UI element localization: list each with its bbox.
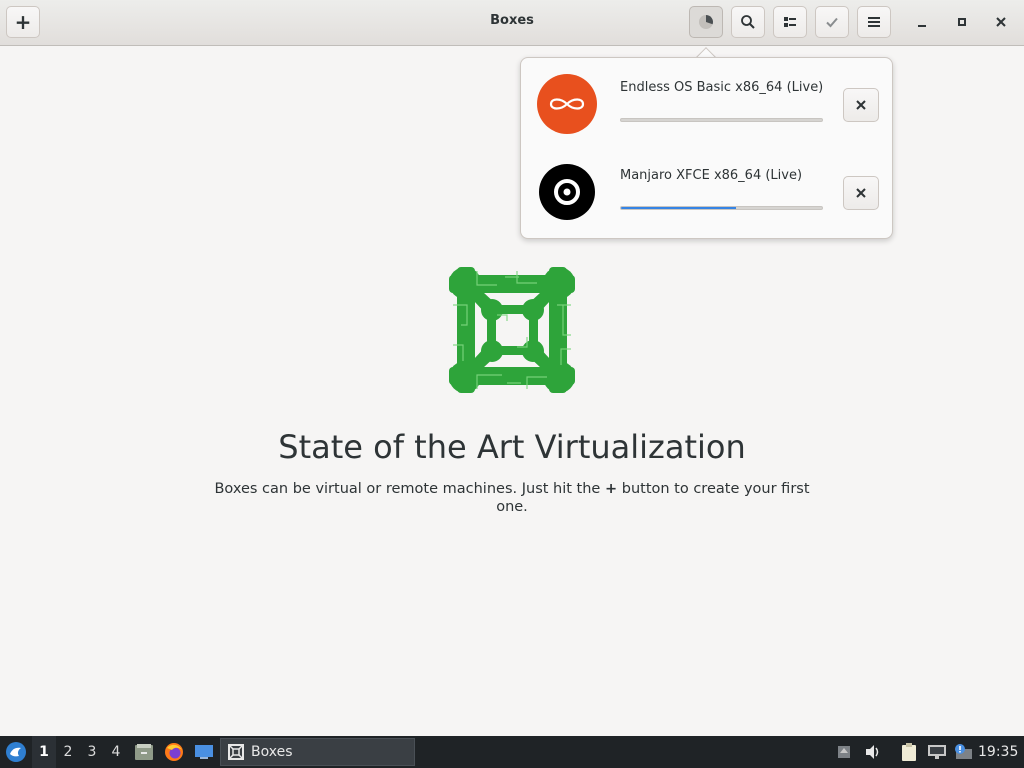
workspace-3[interactable]: 3 <box>80 736 104 768</box>
notification-tray-icon <box>838 746 850 758</box>
notifications-button[interactable] <box>952 736 974 768</box>
xfce-logo-icon <box>6 742 26 762</box>
download-progress-bar <box>620 206 823 210</box>
check-icon <box>826 17 838 28</box>
endless-os-icon <box>537 74 597 134</box>
download-item: Manjaro XFCE x86_64 (Live) <box>521 146 894 234</box>
maximize-icon <box>958 18 966 26</box>
download-name: Endless OS Basic x86_64 (Live) <box>620 80 824 95</box>
maximize-button[interactable] <box>950 10 974 34</box>
firefox-launcher[interactable] <box>162 736 186 768</box>
download-name: Manjaro XFCE x86_64 (Live) <box>620 168 803 183</box>
file-manager-launcher[interactable] <box>132 736 156 768</box>
volume-button[interactable] <box>862 736 884 768</box>
select-button[interactable] <box>815 6 849 38</box>
view-toggle-icon <box>784 17 796 27</box>
network-button[interactable] <box>926 736 948 768</box>
empty-state-text: Boxes can be virtual or remote machines.… <box>214 481 601 497</box>
close-icon <box>996 17 1006 27</box>
downloads-button[interactable] <box>689 6 723 38</box>
download-item: Endless OS Basic x86_64 (Live) <box>521 58 894 146</box>
taskbar-window-label: Boxes <box>251 744 293 760</box>
network-icon <box>928 745 946 759</box>
menu-button[interactable] <box>857 6 891 38</box>
cancel-download-button[interactable] <box>843 176 879 210</box>
minimize-icon <box>918 25 926 27</box>
boxes-logo-icon <box>449 267 575 393</box>
close-icon <box>856 188 866 198</box>
clock[interactable]: 19:35 <box>978 736 1018 768</box>
downloads-popover: Endless OS Basic x86_64 (Live) Manjaro X… <box>520 57 893 239</box>
workspace-4[interactable]: 4 <box>104 736 128 768</box>
volume-icon <box>866 745 879 759</box>
header-bar: + Boxes <box>0 0 1024 46</box>
empty-state-title: State of the Art Virtualization <box>278 428 746 466</box>
tray-updates[interactable] <box>834 736 854 768</box>
close-icon <box>856 100 866 110</box>
plus-symbol: + <box>604 481 618 497</box>
disc-icon <box>539 164 595 220</box>
taskbar-window-boxes[interactable]: Boxes <box>220 738 415 766</box>
desktop-launcher[interactable] <box>192 736 216 768</box>
whisker-menu-button[interactable] <box>2 736 30 768</box>
download-progress-fill <box>621 207 736 209</box>
clipboard-button[interactable] <box>898 736 920 768</box>
boxes-app-icon <box>228 744 244 760</box>
plus-icon: + <box>14 10 32 34</box>
view-toggle-button[interactable] <box>773 6 807 38</box>
new-box-button[interactable]: + <box>6 6 40 38</box>
search-icon <box>741 15 755 29</box>
clipboard-icon <box>902 743 916 761</box>
search-button[interactable] <box>731 6 765 38</box>
folder-icon <box>135 744 153 760</box>
workspace-2[interactable]: 2 <box>56 736 80 768</box>
show-desktop-icon <box>195 745 213 759</box>
taskbar: 1 2 3 4 Boxes 19:35 <box>0 736 1024 768</box>
downloads-icon <box>699 15 713 29</box>
info-notification-icon <box>955 744 972 759</box>
cancel-download-button[interactable] <box>843 88 879 122</box>
close-button[interactable] <box>989 10 1013 34</box>
firefox-icon <box>165 743 183 761</box>
minimize-button[interactable] <box>910 10 934 34</box>
menu-icon <box>868 17 880 27</box>
empty-state-description: Boxes can be virtual or remote machines.… <box>212 480 812 516</box>
workspace-1[interactable]: 1 <box>32 736 56 768</box>
download-progress-bar <box>620 118 823 122</box>
